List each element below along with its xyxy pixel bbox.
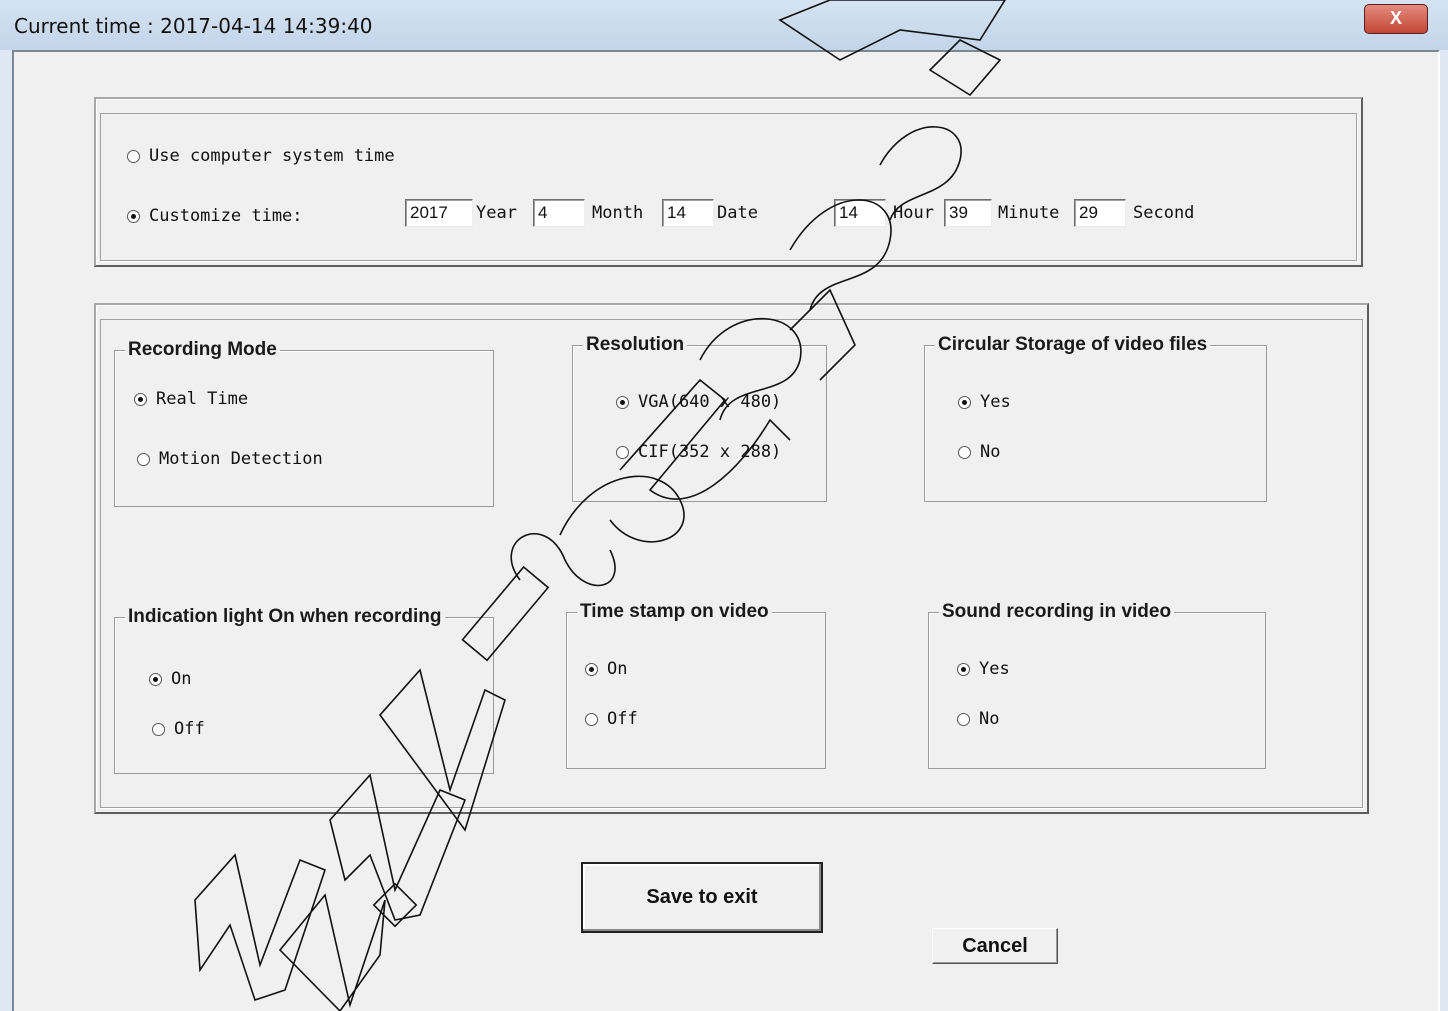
radio-label: CIF(352 x 288) — [638, 442, 782, 462]
second-input[interactable]: 29 — [1074, 199, 1126, 227]
group-title: Time stamp on video — [577, 601, 772, 623]
title-bar: Current time : 2017-04-14 14:39:40 X — [0, 0, 1448, 50]
light-off-radio[interactable]: Off — [152, 719, 205, 739]
radio-indicator — [134, 392, 147, 406]
radio-label: Yes — [979, 659, 1010, 679]
real-time-radio[interactable]: Real Time — [134, 389, 248, 409]
light-on-radio[interactable]: On — [149, 669, 191, 689]
radio-label: VGA(640 x 480) — [638, 392, 782, 412]
radio-indicator — [958, 395, 971, 409]
radio-label: No — [979, 709, 1000, 729]
group-title: Recording Mode — [125, 339, 280, 361]
circular-no-radio[interactable]: No — [958, 442, 1000, 462]
radio-indicator — [152, 722, 165, 736]
sound-no-radio[interactable]: No — [957, 709, 999, 729]
radio-label: Real Time — [156, 389, 249, 409]
resolution-group: Resolution — [572, 334, 827, 502]
minute-input[interactable]: 39 — [944, 199, 992, 227]
second-label: Second — [1133, 203, 1195, 223]
radio-label: Use computer system time — [149, 146, 395, 166]
date-input[interactable]: 14 — [662, 199, 714, 227]
radio-label: No — [980, 442, 1001, 462]
use-system-time-radio[interactable]: Use computer system time — [127, 146, 395, 166]
minute-label: Minute — [998, 203, 1060, 223]
group-title: Circular Storage of video files — [935, 334, 1211, 356]
radio-indicator — [616, 395, 629, 409]
time-stamp-group: Time stamp on video — [566, 601, 826, 769]
radio-indicator — [127, 209, 140, 223]
circular-yes-radio[interactable]: Yes — [958, 392, 1011, 412]
timestamp-off-radio[interactable]: Off — [585, 709, 638, 729]
radio-indicator — [616, 445, 629, 459]
close-button[interactable]: X — [1364, 4, 1428, 34]
cif-radio[interactable]: CIF(352 x 288) — [616, 442, 781, 462]
save-to-exit-button[interactable]: Save to exit — [581, 862, 823, 933]
radio-indicator — [957, 662, 970, 676]
hour-label: Hour — [893, 203, 934, 223]
recording-mode-group: Recording Mode — [114, 339, 494, 507]
vga-radio[interactable]: VGA(640 x 480) — [616, 392, 781, 412]
motion-detection-radio[interactable]: Motion Detection — [137, 449, 323, 469]
group-title: Sound recording in video — [939, 601, 1175, 623]
year-label: Year — [476, 203, 517, 223]
year-input[interactable]: 2017 — [405, 199, 473, 227]
radio-indicator — [137, 452, 150, 466]
radio-label: On — [607, 659, 628, 679]
date-label: Date — [717, 203, 758, 223]
radio-indicator — [958, 445, 971, 459]
radio-label: Yes — [980, 392, 1011, 412]
month-input[interactable]: 4 — [533, 199, 585, 227]
close-icon: X — [1389, 8, 1402, 28]
customize-time-radio[interactable]: Customize time: — [127, 206, 303, 226]
group-title: Resolution — [583, 334, 688, 356]
radio-label: Off — [607, 709, 638, 729]
timestamp-on-radio[interactable]: On — [585, 659, 627, 679]
sound-recording-group: Sound recording in video — [928, 601, 1266, 769]
window-title: Current time : 2017-04-14 14:39:40 — [14, 14, 373, 38]
group-title: Indication light On when recording — [125, 606, 445, 628]
radio-label: Off — [174, 719, 205, 739]
circular-storage-group: Circular Storage of video files — [924, 334, 1267, 502]
radio-indicator — [957, 712, 970, 726]
indication-light-group: Indication light On when recording — [114, 606, 494, 774]
radio-indicator — [585, 712, 598, 726]
radio-indicator — [127, 149, 140, 163]
radio-label: Motion Detection — [159, 449, 323, 469]
radio-label: On — [171, 669, 192, 689]
radio-indicator — [149, 672, 162, 686]
sound-yes-radio[interactable]: Yes — [957, 659, 1010, 679]
time-panel-inner — [100, 113, 1357, 261]
radio-label: Customize time: — [149, 206, 303, 226]
hour-input[interactable]: 14 — [834, 199, 886, 227]
month-label: Month — [592, 203, 644, 223]
cancel-button[interactable]: Cancel — [932, 928, 1058, 964]
radio-indicator — [585, 662, 598, 676]
time-panel — [94, 97, 1363, 267]
